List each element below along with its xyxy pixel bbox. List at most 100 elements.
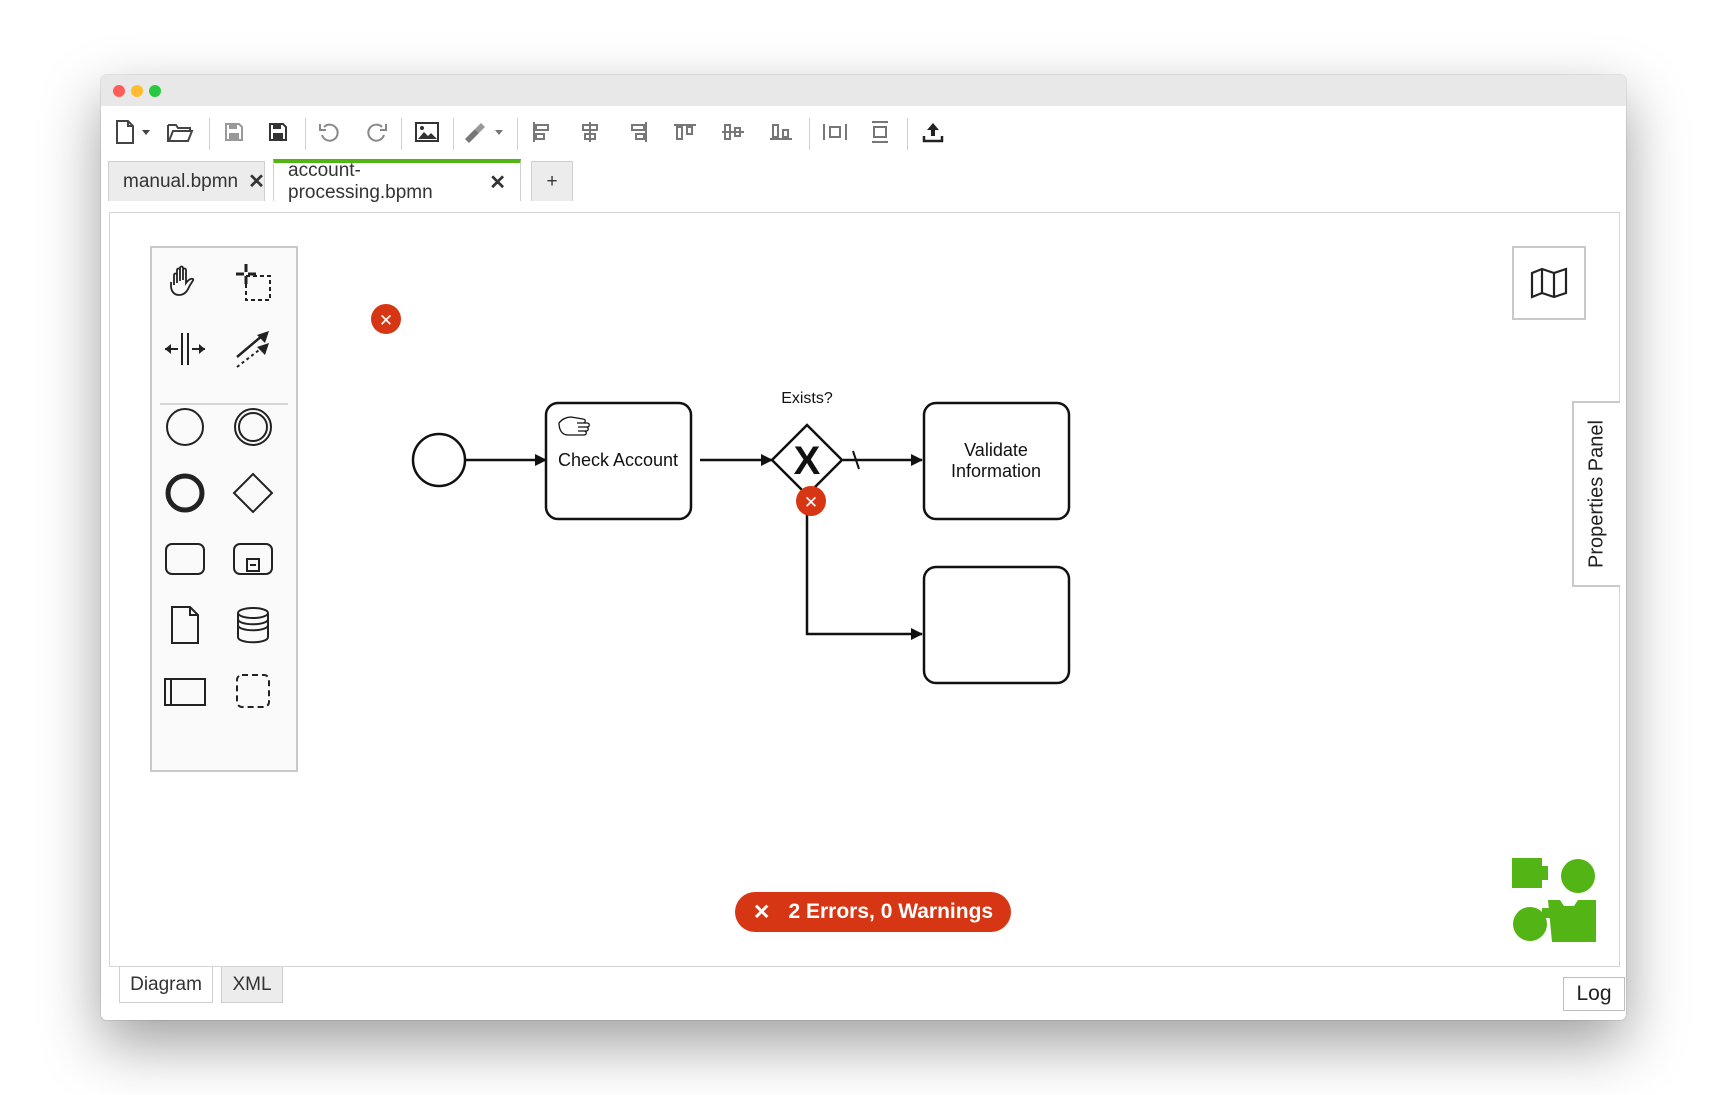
- align-bottom-button[interactable]: [763, 118, 799, 146]
- close-window-button[interactable]: [113, 85, 125, 97]
- log-label: Log: [1576, 982, 1612, 1005]
- align-top-button[interactable]: [667, 118, 703, 146]
- add-tab-button[interactable]: +: [531, 161, 573, 201]
- tab-manual-bpmn[interactable]: manual.bpmn ✕: [108, 161, 265, 201]
- align-middle-button[interactable]: [715, 118, 751, 146]
- distribute-vertical-icon: [872, 121, 888, 143]
- redo-button[interactable]: [359, 118, 393, 146]
- export-image-button[interactable]: [409, 118, 445, 146]
- task-label-line1: Validate: [964, 440, 1028, 460]
- plus-icon: +: [546, 170, 558, 192]
- gateway-icon: [232, 472, 274, 514]
- save-button[interactable]: [217, 118, 251, 146]
- task-check-account[interactable]: Check Account: [544, 401, 693, 521]
- space-tool[interactable]: [156, 320, 214, 378]
- tab-label: account-processing.bpmn: [288, 160, 433, 203]
- pool-icon: [164, 678, 206, 706]
- group-icon: [236, 674, 270, 708]
- align-bottom-icon: [770, 124, 792, 140]
- hand-tool[interactable]: [156, 254, 214, 312]
- distribute-horizontal-icon: [823, 124, 847, 140]
- create-pool[interactable]: [156, 662, 214, 720]
- properties-panel-toggle[interactable]: Properties Panel: [1572, 401, 1620, 587]
- create-intermediate-event[interactable]: [224, 398, 282, 456]
- file-tabs: manual.bpmn ✕ account-processing.bpmn ✕ …: [101, 159, 1626, 203]
- minimap-toggle[interactable]: [1512, 246, 1586, 320]
- minimize-window-button[interactable]: [131, 85, 143, 97]
- distribute-horizontal-button[interactable]: [817, 118, 853, 146]
- lasso-tool[interactable]: [224, 254, 282, 312]
- sequence-flow-gateway-to-task[interactable]: [805, 495, 923, 640]
- undo-button[interactable]: [313, 118, 347, 146]
- start-event-icon: [166, 408, 204, 446]
- tab-xml[interactable]: XML: [221, 967, 283, 1003]
- bottom-bar: Diagram XML Log: [101, 967, 1626, 1020]
- diagram-canvas[interactable]: Check Account X Exists? Validate Informa…: [109, 212, 1620, 967]
- create-gateway[interactable]: [224, 464, 282, 522]
- save-as-icon: [269, 123, 287, 141]
- exclusive-gateway[interactable]: X: [770, 423, 844, 497]
- task-unnamed[interactable]: [922, 565, 1071, 685]
- maximize-window-button[interactable]: [149, 85, 161, 97]
- create-start-event[interactable]: [156, 398, 214, 456]
- save-as-button[interactable]: [261, 118, 295, 146]
- distribute-vertical-button[interactable]: [863, 118, 897, 146]
- data-object-icon: [171, 606, 199, 644]
- error-marker-gateway[interactable]: ✕: [796, 486, 826, 516]
- open-folder-icon: [167, 124, 194, 142]
- tab-label: Diagram: [130, 973, 202, 995]
- save-icon: [225, 123, 243, 141]
- deploy-button[interactable]: [915, 118, 951, 146]
- task-validate-information[interactable]: Validate Information: [922, 401, 1071, 521]
- align-center-icon: [582, 122, 598, 142]
- toolbar: [101, 106, 1626, 161]
- align-middle-icon: [722, 124, 744, 140]
- properties-panel-label: Properties Panel: [1585, 420, 1608, 568]
- align-top-icon: [674, 124, 696, 140]
- create-end-event[interactable]: [156, 464, 214, 522]
- close-tab-icon[interactable]: ✕: [248, 169, 265, 194]
- app-window: manual.bpmn ✕ account-processing.bpmn ✕ …: [101, 75, 1626, 1020]
- new-file-icon: [116, 120, 150, 144]
- create-subprocess[interactable]: [224, 530, 282, 588]
- new-file-button[interactable]: [113, 118, 155, 146]
- align-right-icon: [631, 122, 647, 142]
- create-task[interactable]: [156, 530, 214, 588]
- hand-tool-icon: [170, 265, 195, 296]
- color-brush-icon: [465, 123, 503, 143]
- data-store-icon: [237, 607, 269, 644]
- task-label-line2: Information: [951, 461, 1041, 481]
- intermediate-event-icon: [234, 408, 272, 446]
- color-button[interactable]: [461, 118, 507, 146]
- tab-account-processing-bpmn[interactable]: account-processing.bpmn ✕: [273, 159, 521, 203]
- lasso-tool-icon: [236, 264, 271, 301]
- create-group[interactable]: [224, 662, 282, 720]
- gateway-x-marker: X: [794, 439, 821, 483]
- end-event-icon: [165, 473, 205, 513]
- global-connect-tool[interactable]: [224, 320, 282, 378]
- align-left-button[interactable]: [525, 118, 559, 146]
- linting-status-button[interactable]: ✕ 2 Errors, 0 Warnings: [735, 892, 1011, 932]
- gateway-label[interactable]: Exists?: [781, 390, 833, 407]
- open-file-button[interactable]: [163, 118, 197, 146]
- error-marker-process[interactable]: ✕: [371, 304, 401, 334]
- create-data-object[interactable]: [156, 596, 214, 654]
- start-event[interactable]: [411, 432, 467, 488]
- bpmn-diagram: Check Account X Exists? Validate Informa…: [371, 304, 1071, 685]
- log-toggle-button[interactable]: Log: [1563, 977, 1625, 1011]
- create-data-store[interactable]: [224, 596, 282, 654]
- tab-diagram[interactable]: Diagram: [119, 967, 213, 1003]
- linting-status-text: 2 Errors, 0 Warnings: [788, 900, 994, 923]
- tab-label: XML: [232, 973, 272, 995]
- close-tab-icon[interactable]: ✕: [489, 170, 506, 195]
- connect-tool-icon: [236, 331, 269, 368]
- error-x-icon: ✕: [804, 493, 818, 513]
- align-right-button[interactable]: [621, 118, 655, 146]
- task-label: Check Account: [558, 450, 678, 470]
- subprocess-icon: [233, 543, 273, 575]
- task-icon: [165, 543, 205, 575]
- map-icon: [1530, 267, 1568, 299]
- align-center-button[interactable]: [573, 118, 607, 146]
- align-left-icon: [533, 122, 549, 142]
- title-bar: [101, 75, 1626, 106]
